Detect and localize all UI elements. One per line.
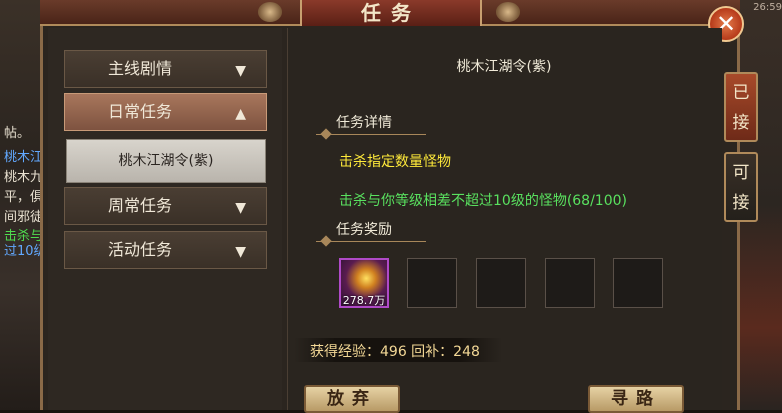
- category-event[interactable]: 活动任务 ▼: [64, 231, 267, 269]
- chevron-up-icon: ▲: [235, 106, 246, 122]
- category-label: 活动任务: [107, 240, 172, 259]
- chevron-down-icon: ▼: [235, 200, 246, 216]
- tab-label: 已: [732, 83, 750, 103]
- window-title: 任务: [361, 1, 421, 25]
- title-ornament-icon: [496, 2, 520, 22]
- empty-reward-slot: [545, 258, 595, 308]
- tab-available[interactable]: 可 接: [724, 152, 758, 222]
- empty-reward-slot: [613, 258, 663, 308]
- category-label: 周常任务: [107, 196, 172, 215]
- rewards-section-header: 任务奖励: [316, 219, 426, 247]
- tab-label: 接: [732, 193, 750, 213]
- empty-reward-slot: [476, 258, 526, 308]
- category-main-story[interactable]: 主线剧情 ▼: [64, 50, 267, 88]
- quest-objective: 击杀指定数量怪物: [339, 154, 451, 170]
- empty-reward-slot: [407, 258, 457, 308]
- coordinate-readout: 26:59: [753, 2, 782, 13]
- abandon-button[interactable]: 放弃: [304, 385, 400, 413]
- pathfind-button[interactable]: 寻路: [588, 385, 684, 413]
- category-label: 日常任务: [107, 102, 172, 121]
- tab-label: 可: [732, 163, 750, 183]
- quest-list-item[interactable]: 桃木江湖令(紫): [66, 139, 266, 183]
- exp-reward-text: 获得经验：496 回补：248: [310, 344, 480, 360]
- chevron-down-icon: ▼: [235, 244, 246, 260]
- section-label: 任务详情: [336, 115, 392, 131]
- section-label: 任务奖励: [336, 222, 392, 238]
- category-weekly[interactable]: 周常任务 ▼: [64, 187, 267, 225]
- tab-label: 接: [732, 113, 750, 133]
- quest-progress: 击杀与你等级相差不超过10级的怪物(68/100): [339, 193, 627, 209]
- title-ornament-icon: [258, 2, 282, 22]
- reward-count: 278.7万: [342, 294, 386, 307]
- chevron-down-icon: ▼: [235, 63, 246, 79]
- tab-accepted[interactable]: 已 接: [724, 72, 758, 142]
- category-label: 主线剧情: [107, 59, 172, 78]
- details-section-header: 任务详情: [316, 112, 426, 140]
- category-daily[interactable]: 日常任务 ▲: [64, 93, 267, 131]
- quest-title: 桃木江湖令(紫): [456, 59, 552, 75]
